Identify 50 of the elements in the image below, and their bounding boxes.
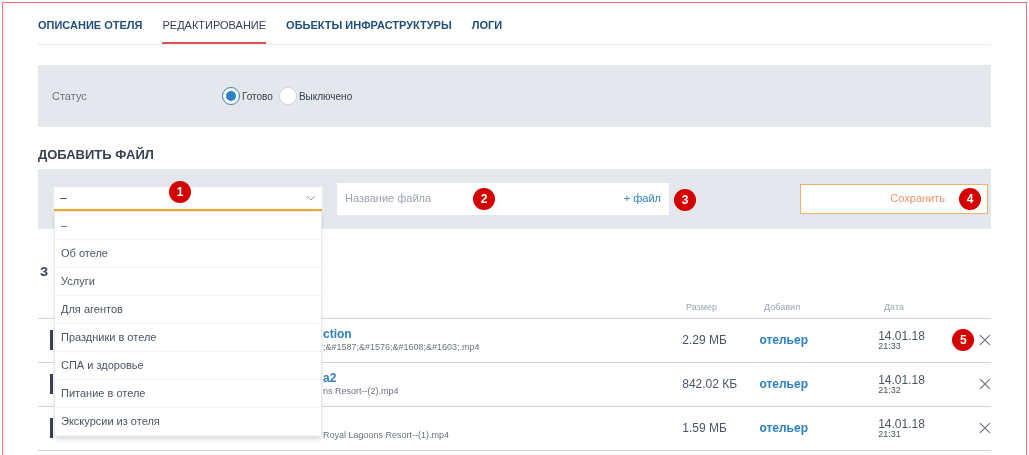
number-badge: 2 (473, 187, 495, 210)
file-date: 14.01.18 (878, 373, 926, 386)
file-name-input[interactable]: Название файла (345, 190, 465, 207)
column-header: Дата (884, 301, 904, 315)
file-path: Royal Lagoons Resort--(1).mp4 (322, 429, 451, 442)
number-badge: 5 (952, 329, 975, 351)
dropdown-item[interactable]: Для агентов (55, 295, 321, 324)
tab[interactable]: ОБЬЕКТЫ ИНФРАСТРУКТУРЫ (286, 16, 452, 44)
file-path: ns Resort--(2).mp4 (322, 385, 400, 398)
tab[interactable]: ЛОГИ (471, 16, 503, 44)
file-name-field[interactable]: Название файла 2 + файл (337, 182, 669, 215)
section-title: ДОБАВИТЬ ФАЙЛ (38, 146, 155, 164)
add-file-link[interactable]: + файл (623, 190, 661, 207)
uploader-link[interactable]: отельер (759, 375, 879, 393)
close-icon[interactable] (979, 378, 991, 390)
uploader-link[interactable]: отельер (759, 419, 879, 437)
column-header: Размер (686, 301, 718, 315)
close-icon[interactable] (979, 422, 991, 434)
file-time: 21:32 (878, 385, 902, 395)
dropdown-item[interactable]: – (55, 211, 321, 240)
save-button[interactable]: Сохранить 4 (800, 183, 988, 214)
dropdown-item[interactable]: Питание в отеле (55, 379, 321, 408)
file-path: ;&#1587;&#1576;&#1608;&#1603;.mp4 (322, 341, 481, 354)
file-date: 14.01.18 (878, 329, 926, 342)
column-header: Добавил (764, 301, 802, 315)
file-size: 2.29 МБ (682, 332, 728, 349)
file-time: 21:33 (878, 341, 902, 351)
uploader-link[interactable]: отельер (759, 331, 879, 349)
dropdown-item[interactable]: Праздники в отеле (55, 323, 321, 352)
section-title: З (40, 263, 49, 279)
file-date: 14.01.18 (878, 417, 926, 430)
dropdown-item[interactable]: Экскурсии из отеля (55, 407, 321, 436)
radio-button[interactable]: Выключено (278, 87, 353, 105)
file-size: 842.02 КБ (682, 376, 739, 393)
number-badge: 4 (959, 187, 981, 210)
tab[interactable]: РЕДАКТИРОВАНИЕ (162, 16, 267, 44)
dropdown-item[interactable]: Об отеле (55, 239, 321, 268)
file-size: 1.59 МБ (682, 420, 728, 437)
status-label: Статус (52, 88, 88, 104)
dropdown-item[interactable]: СПА и здоровье (55, 351, 321, 380)
number-badge: 3 (674, 188, 696, 211)
file-title[interactable]: a2 (322, 370, 683, 386)
close-icon[interactable] (979, 334, 991, 346)
chevron-icon (306, 194, 316, 201)
file-time: 21:31 (878, 429, 902, 439)
tab[interactable]: ОПИСАНИЕ ОТЕЛЯ (38, 16, 143, 44)
number-badge: 1 (169, 180, 191, 203)
radio-button[interactable]: Готово (222, 87, 273, 105)
dropdown-item[interactable]: Услуги (55, 267, 321, 296)
file-title[interactable]: ction (322, 326, 683, 342)
